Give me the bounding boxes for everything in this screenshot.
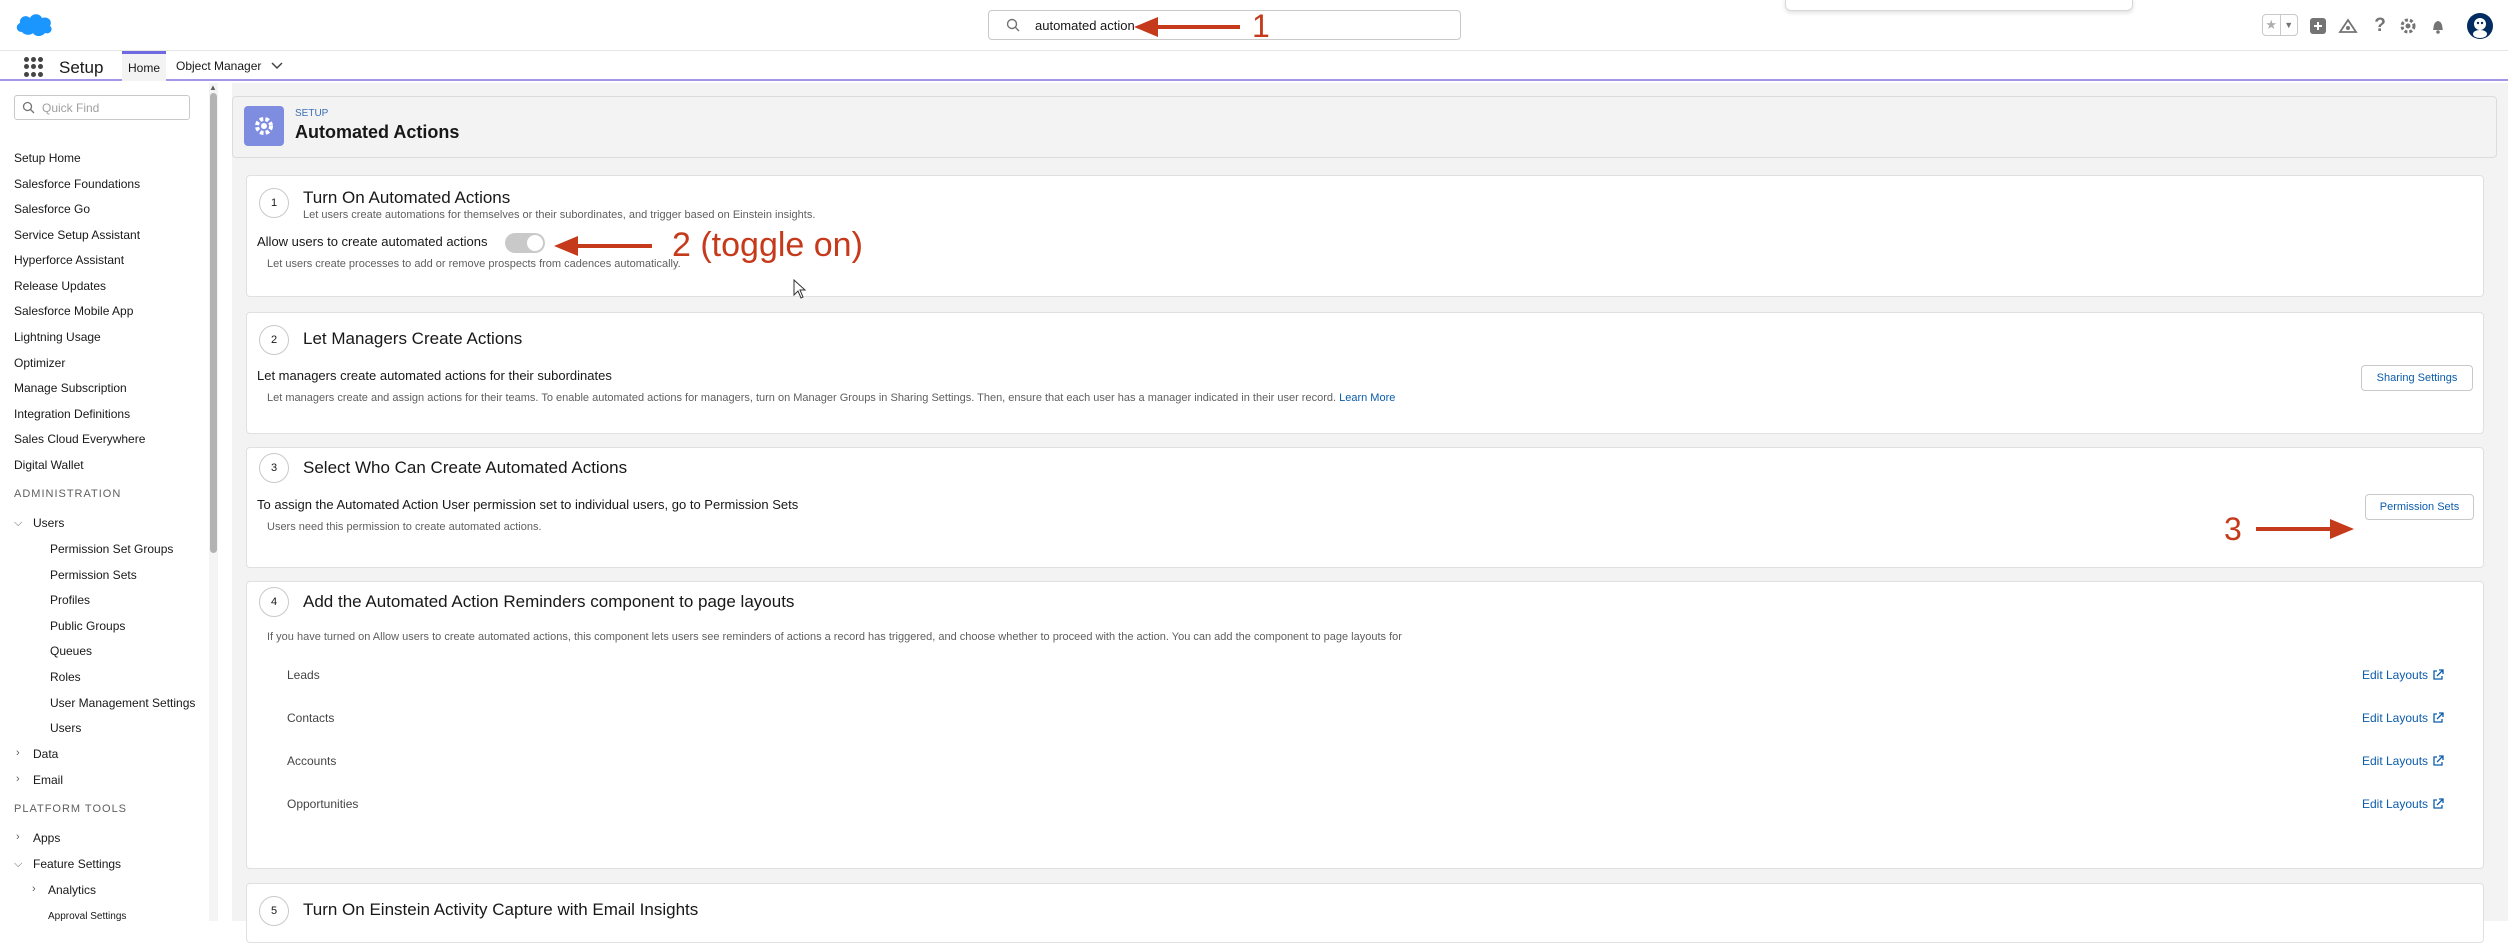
- annotation-layer: [554, 17, 2354, 539]
- annotation-label-1: 1: [1252, 8, 1270, 44]
- annotation-label-2: 2 (toggle on): [672, 226, 863, 264]
- annotation-label-3: 3: [2224, 511, 2242, 547]
- mouse-cursor-icon: [793, 279, 807, 299]
